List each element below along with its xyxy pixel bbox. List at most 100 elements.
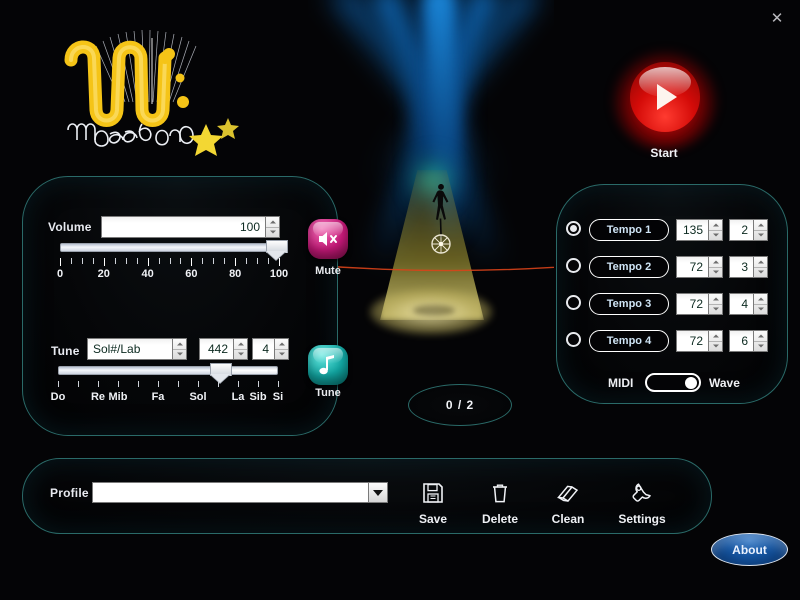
- start-button[interactable]: [612, 48, 718, 150]
- tune-slider-track[interactable]: [58, 366, 278, 375]
- tune-button-label: Tune: [315, 387, 341, 399]
- volume-tick: [279, 258, 280, 266]
- volume-tick: [180, 258, 182, 264]
- tempo-bpm-3-value[interactable]: 72: [676, 293, 708, 315]
- tune-octave-stepper[interactable]: [274, 338, 289, 360]
- volume-scale-label: 0: [56, 268, 64, 280]
- tune-frequency-value[interactable]: 442: [199, 338, 233, 360]
- volume-tick: [213, 258, 215, 264]
- tempo-beats-2-value[interactable]: 3: [729, 256, 753, 278]
- app-logo: [30, 12, 250, 162]
- tune-tick: [218, 381, 219, 387]
- play-icon: [657, 84, 677, 110]
- tune-button[interactable]: [308, 345, 348, 385]
- save-button[interactable]: Save: [397, 478, 469, 526]
- volume-stepper[interactable]: [265, 216, 280, 238]
- volume-input[interactable]: 100: [101, 216, 280, 238]
- tune-note-stepper[interactable]: [172, 338, 187, 360]
- volume-tick: [268, 258, 270, 264]
- tune-tick: [178, 381, 179, 387]
- tempo-beats-1-stepper[interactable]: [753, 219, 768, 241]
- mute-button[interactable]: [308, 219, 348, 259]
- tune-frequency-input[interactable]: 442: [199, 338, 248, 360]
- tempo-button-4[interactable]: Tempo 4: [589, 330, 669, 352]
- bar-counter: 0 / 2: [408, 384, 512, 426]
- midi-wave-toggle[interactable]: [645, 373, 701, 392]
- tempo-beats-4-stepper[interactable]: [753, 330, 768, 352]
- tune-tick: [78, 381, 79, 387]
- tempo-bpm-3[interactable]: 72: [676, 293, 723, 315]
- tempo-bpm-4-value[interactable]: 72: [676, 330, 708, 352]
- bar-counter-value: 0 / 2: [445, 398, 475, 412]
- tune-slider-thumb[interactable]: [210, 363, 232, 383]
- wave-label: Wave: [709, 376, 740, 390]
- tempo-button-2[interactable]: Tempo 2: [589, 256, 669, 278]
- close-icon[interactable]: ✕: [768, 9, 786, 27]
- tune-note-value[interactable]: Sol#/Lab: [87, 338, 172, 360]
- tune-note-input[interactable]: Sol#/Lab: [87, 338, 187, 360]
- tempo-beats-1-value[interactable]: 2: [729, 219, 753, 241]
- tune-scale-label: La: [231, 391, 245, 403]
- tempo-button-1[interactable]: Tempo 1: [589, 219, 669, 241]
- delete-button[interactable]: Delete: [464, 478, 536, 526]
- volume-slider-track[interactable]: [60, 243, 279, 252]
- tempo-beats-3-value[interactable]: 4: [729, 293, 753, 315]
- music-note-icon: [319, 355, 334, 375]
- volume-scale-label: 80: [229, 268, 242, 280]
- toggle-knob: [685, 376, 697, 389]
- clean-label: Clean: [551, 512, 585, 526]
- tempo-beats-3[interactable]: 4: [729, 293, 768, 315]
- profile-value[interactable]: [93, 483, 368, 502]
- tempo-radio-1[interactable]: [566, 221, 581, 236]
- about-button[interactable]: About: [711, 533, 788, 566]
- delete-label: Delete: [481, 512, 519, 526]
- volume-scale-label: 60: [185, 268, 198, 280]
- tempo-bpm-2[interactable]: 72: [676, 256, 723, 278]
- tempo-beats-4[interactable]: 6: [729, 330, 768, 352]
- volume-tick: [235, 258, 237, 266]
- tune-scale-label: Sol: [189, 391, 207, 403]
- tempo-beats-4-value[interactable]: 6: [729, 330, 753, 352]
- tune-octave-input[interactable]: 4: [252, 338, 289, 360]
- tempo-beats-2-stepper[interactable]: [753, 256, 768, 278]
- profile-select[interactable]: [92, 482, 388, 503]
- volume-slider-thumb[interactable]: [266, 240, 288, 260]
- tune-tick: [58, 381, 59, 387]
- tempo-bpm-3-stepper[interactable]: [708, 293, 723, 315]
- tempo-button-3[interactable]: Tempo 3: [589, 293, 669, 315]
- tune-scale-label: Fa: [151, 391, 165, 403]
- tempo-radio-3[interactable]: [566, 295, 581, 310]
- tune-tick: [138, 381, 139, 387]
- volume-ticks: [60, 258, 280, 266]
- tempo-bpm-2-value[interactable]: 72: [676, 256, 708, 278]
- volume-value[interactable]: 100: [101, 216, 265, 238]
- volume-tick: [158, 258, 160, 264]
- volume-tick: [202, 258, 204, 264]
- tempo-bpm-1[interactable]: 135: [676, 219, 723, 241]
- tempo-bpm-1-stepper[interactable]: [708, 219, 723, 241]
- tempo-bpm-2-stepper[interactable]: [708, 256, 723, 278]
- tempo-beats-1[interactable]: 2: [729, 219, 768, 241]
- start-label: Start: [650, 146, 678, 160]
- chevron-down-icon[interactable]: [368, 483, 387, 502]
- tune-tick: [278, 381, 279, 387]
- tune-scale-label: Si: [272, 391, 284, 403]
- tempo-beats-2[interactable]: 3: [729, 256, 768, 278]
- tune-octave-value[interactable]: 4: [252, 338, 274, 360]
- tune-frequency-stepper[interactable]: [233, 338, 248, 360]
- save-label: Save: [418, 512, 448, 526]
- tempo-bpm-4[interactable]: 72: [676, 330, 723, 352]
- tempo-bpm-1-value[interactable]: 135: [676, 219, 708, 241]
- clean-button[interactable]: Clean: [532, 478, 604, 526]
- tune-tick: [238, 381, 239, 387]
- profile-label: Profile: [50, 486, 89, 500]
- tempo-bpm-4-stepper[interactable]: [708, 330, 723, 352]
- volume-tick: [191, 258, 193, 266]
- tempo-beats-3-stepper[interactable]: [753, 293, 768, 315]
- volume-tick: [169, 258, 171, 264]
- tempo-radio-2[interactable]: [566, 258, 581, 273]
- volume-tick: [81, 258, 83, 264]
- volume-tick: [103, 258, 105, 266]
- settings-button[interactable]: Settings: [606, 478, 678, 526]
- tempo-radio-4[interactable]: [566, 332, 581, 347]
